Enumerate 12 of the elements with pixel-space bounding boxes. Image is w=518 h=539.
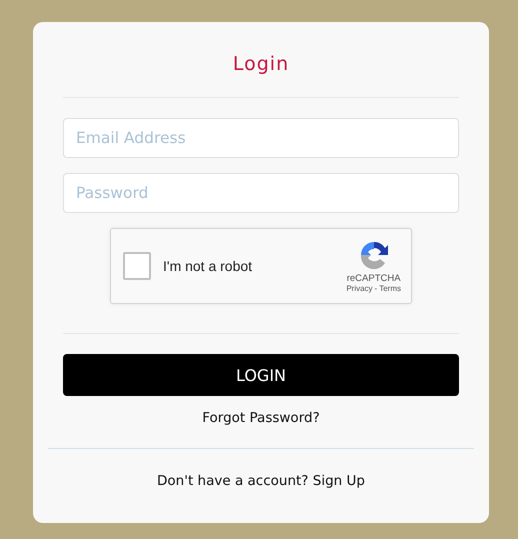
- recaptcha-brand: reCAPTCHA: [346, 273, 401, 284]
- captcha-label: I'm not a robot: [163, 258, 254, 274]
- email-field[interactable]: Email Address: [63, 118, 459, 158]
- forgot-password-link[interactable]: Forgot Password?: [202, 410, 320, 426]
- separator: -: [374, 284, 378, 293]
- password-field[interactable]: Password: [63, 173, 459, 213]
- login-title: Login: [232, 52, 290, 77]
- captcha-checkbox[interactable]: [123, 252, 151, 280]
- login-button[interactable]: LOGIN: [63, 354, 459, 396]
- terms-link[interactable]: Terms: [379, 284, 401, 293]
- privacy-link[interactable]: Privacy: [346, 284, 373, 293]
- signup-link[interactable]: Don't have a account? Sign Up: [157, 473, 365, 489]
